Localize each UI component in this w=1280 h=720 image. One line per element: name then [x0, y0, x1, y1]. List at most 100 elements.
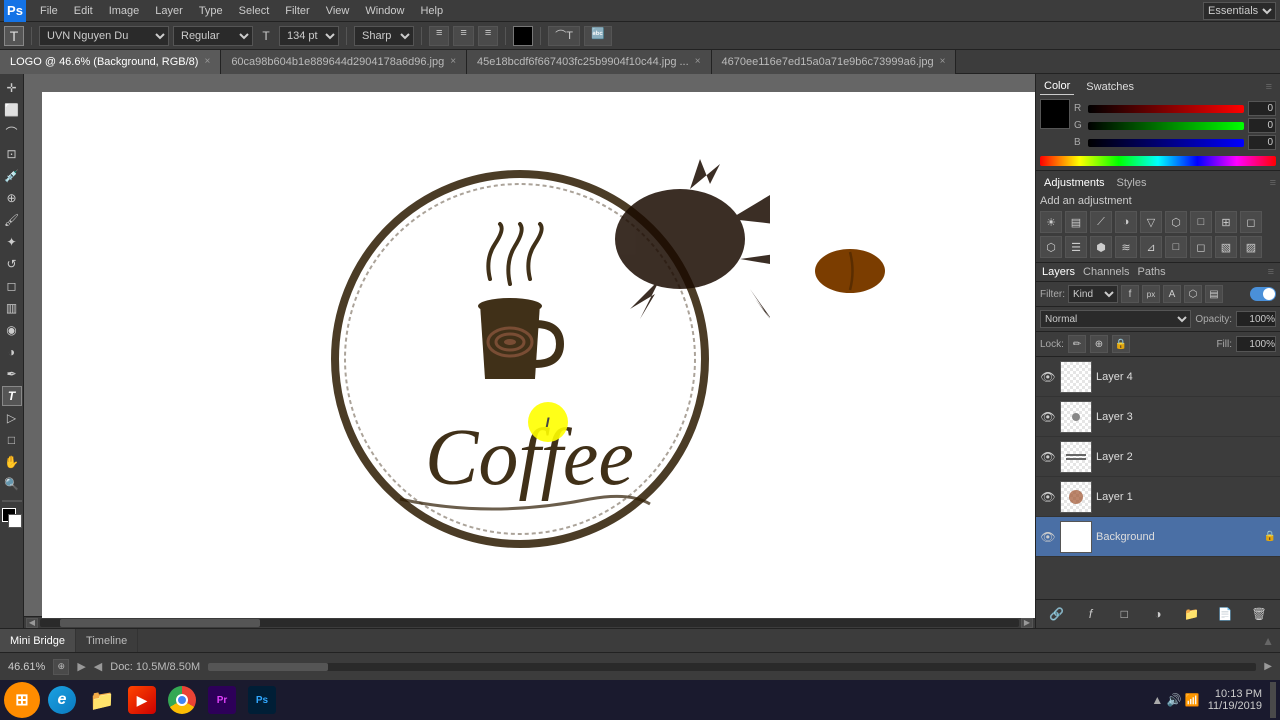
filter-icon-a[interactable]: A	[1163, 285, 1181, 303]
canvas[interactable]: Coffee	[42, 92, 1035, 618]
levels-btn[interactable]: ▤	[1065, 211, 1087, 233]
menu-select[interactable]: Select	[231, 3, 278, 19]
layer-item-3[interactable]: 👁 Layer 3	[1036, 397, 1280, 437]
font-style-select[interactable]: Regular	[173, 26, 253, 46]
lock-all-btn[interactable]: 🔒	[1112, 335, 1130, 353]
scroll-left-btn[interactable]: ◀	[26, 618, 38, 628]
eyedropper-tool[interactable]: 💉	[2, 166, 22, 186]
background-visibility[interactable]: 👁	[1040, 529, 1056, 545]
premiere-taskbar-icon[interactable]: Pr	[204, 682, 240, 718]
mini-bridge-options[interactable]: ▲	[1262, 634, 1280, 648]
status-play-btn[interactable]: ▶	[77, 660, 85, 673]
eraser-tool[interactable]: ◻	[2, 276, 22, 296]
brush-tool[interactable]: 🖌	[2, 210, 22, 230]
tab-img3-close[interactable]: ×	[940, 56, 946, 67]
menu-view[interactable]: View	[318, 3, 358, 19]
blue-value[interactable]	[1248, 135, 1276, 150]
filter-toggle[interactable]	[1250, 287, 1276, 301]
lock-pixels-btn[interactable]: ✏	[1068, 335, 1086, 353]
scroll-track-h[interactable]	[40, 619, 1019, 627]
photo-filter-btn[interactable]: ◻	[1240, 211, 1262, 233]
photoshop-taskbar-icon[interactable]: Ps	[244, 682, 280, 718]
layer-1-visibility[interactable]: 👁	[1040, 489, 1056, 505]
styles-tab[interactable]: Styles	[1113, 175, 1151, 191]
foreground-color[interactable]	[1040, 99, 1070, 129]
green-slider[interactable]	[1088, 122, 1244, 130]
swatches-tab[interactable]: Swatches	[1082, 79, 1138, 95]
layers-tab[interactable]: Layers	[1042, 266, 1075, 278]
layer-4-visibility[interactable]: 👁	[1040, 369, 1056, 385]
exposure-btn[interactable]: ◑	[1115, 211, 1137, 233]
clone-tool[interactable]: ✦	[2, 232, 22, 252]
menu-window[interactable]: Window	[357, 3, 412, 19]
menu-filter[interactable]: Filter	[277, 3, 317, 19]
blend-mode-select[interactable]: Normal	[1040, 310, 1191, 328]
layer-item-1[interactable]: 👁 Layer 1	[1036, 477, 1280, 517]
invert-btn[interactable]: ⬢	[1090, 236, 1112, 258]
selection-tool[interactable]: ⬜	[2, 100, 22, 120]
curves-btn[interactable]: ⟋	[1090, 211, 1112, 233]
layer-item-4[interactable]: 👁 Layer 4	[1036, 357, 1280, 397]
layer-list[interactable]: 👁 Layer 4 👁 Layer 3	[1036, 357, 1280, 599]
scroll-right-btn[interactable]: ▶	[1021, 618, 1033, 628]
layer-item-2[interactable]: 👁 Layer 2	[1036, 437, 1280, 477]
filter-icon-f[interactable]: f	[1121, 285, 1139, 303]
status-back-btn[interactable]: ◀	[94, 660, 102, 673]
ie-taskbar-icon[interactable]: e	[44, 682, 80, 718]
warp-text-btn[interactable]: ⌒T	[548, 26, 580, 46]
status-scroll-thumb[interactable]	[208, 663, 328, 671]
menu-help[interactable]: Help	[412, 3, 451, 19]
status-right-arrow[interactable]: ▶	[1264, 661, 1272, 672]
explorer-taskbar-icon[interactable]: 📁	[84, 682, 120, 718]
delete-layer-btn[interactable]: 🗑	[1249, 604, 1269, 624]
zoom-options-btn[interactable]: ⊕	[53, 659, 69, 675]
new-group-btn[interactable]: 📁	[1182, 604, 1202, 624]
bw-btn[interactable]: ⊞	[1215, 211, 1237, 233]
green-value[interactable]	[1248, 118, 1276, 133]
align-left-btn[interactable]: ≡	[429, 26, 449, 46]
color-tab[interactable]: Color	[1040, 78, 1074, 95]
menu-edit[interactable]: Edit	[66, 3, 101, 19]
show-desktop-btn[interactable]	[1270, 682, 1276, 718]
text-tool-icon[interactable]: T	[4, 26, 24, 46]
color-panel-menu[interactable]: ≡	[1262, 79, 1276, 95]
font-size-select[interactable]: 134 pt	[279, 26, 339, 46]
channels-tab[interactable]: Channels	[1083, 266, 1129, 278]
tab-logo[interactable]: LOGO @ 46.6% (Background, RGB/8) ×	[0, 50, 221, 74]
anti-alias-select[interactable]: Sharp	[354, 26, 414, 46]
shape-tool[interactable]: □	[2, 430, 22, 450]
adjustments-tab[interactable]: Adjustments	[1040, 175, 1109, 191]
adj-extra1[interactable]: ▧	[1215, 236, 1237, 258]
tab-img3[interactable]: 4670ee116e7ed15a0a71e9b6c73999a6.jpg ×	[712, 50, 957, 74]
char-panel-btn[interactable]: 🔤	[584, 26, 612, 46]
blur-tool[interactable]: ◉	[2, 320, 22, 340]
tab-logo-close[interactable]: ×	[204, 56, 210, 67]
menu-layer[interactable]: Layer	[147, 3, 191, 19]
layer-mask-btn[interactable]: □	[1114, 604, 1134, 624]
layer-style-btn[interactable]: f	[1081, 604, 1101, 624]
timeline-tab[interactable]: Timeline	[76, 629, 138, 653]
menu-type[interactable]: Type	[191, 3, 231, 19]
hand-tool[interactable]: ✋	[2, 452, 22, 472]
workspace-selector[interactable]: Essentials	[1203, 2, 1276, 20]
windows-start-button[interactable]: ⊞	[4, 682, 40, 718]
dodge-tool[interactable]: ◑	[2, 342, 22, 362]
threshold-btn[interactable]: ⊿	[1140, 236, 1162, 258]
mini-bridge-tab[interactable]: Mini Bridge	[0, 629, 76, 653]
filter-icon-px[interactable]: px	[1142, 285, 1160, 303]
heal-tool[interactable]: ⊕	[2, 188, 22, 208]
font-family-select[interactable]: UVN Nguyen Du	[39, 26, 169, 46]
hsl-btn[interactable]: ⬡	[1165, 211, 1187, 233]
channel-mixer-btn[interactable]: ⬡	[1040, 236, 1062, 258]
text-tool[interactable]: T	[2, 386, 22, 406]
color-boxes[interactable]	[2, 508, 22, 528]
selection-path-tool[interactable]: ▷	[2, 408, 22, 428]
lasso-tool[interactable]: ⌒	[2, 122, 22, 142]
mediaplayer-taskbar-icon[interactable]: ▶	[124, 682, 160, 718]
pen-tool[interactable]: ✒	[2, 364, 22, 384]
selective-color-btn[interactable]: ◻	[1190, 236, 1212, 258]
paths-tab[interactable]: Paths	[1138, 266, 1166, 278]
blue-slider[interactable]	[1088, 139, 1244, 147]
fill-input[interactable]	[1236, 336, 1276, 352]
menu-image[interactable]: Image	[101, 3, 148, 19]
